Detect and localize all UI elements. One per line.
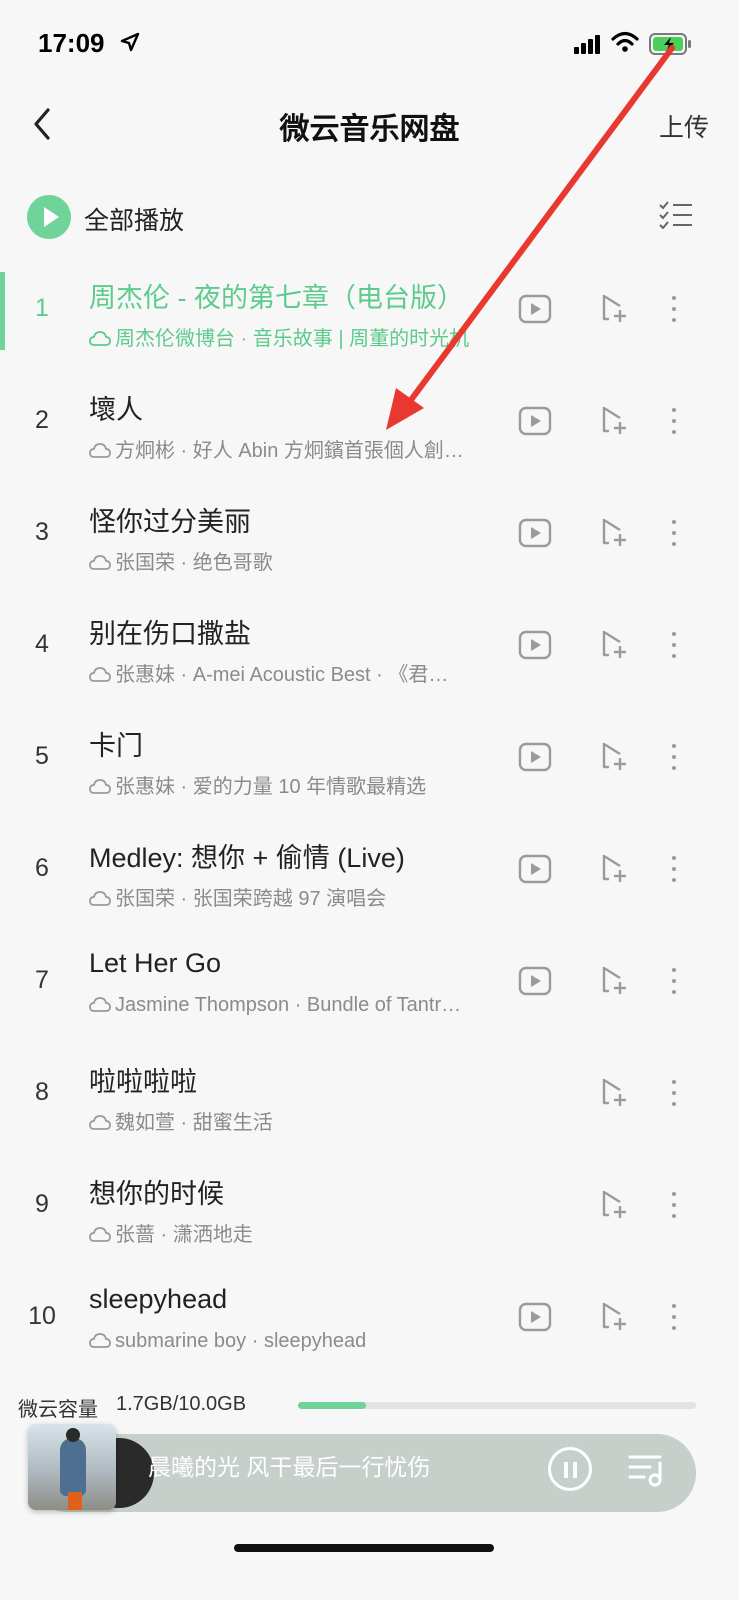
annotation-arrow — [386, 45, 675, 430]
